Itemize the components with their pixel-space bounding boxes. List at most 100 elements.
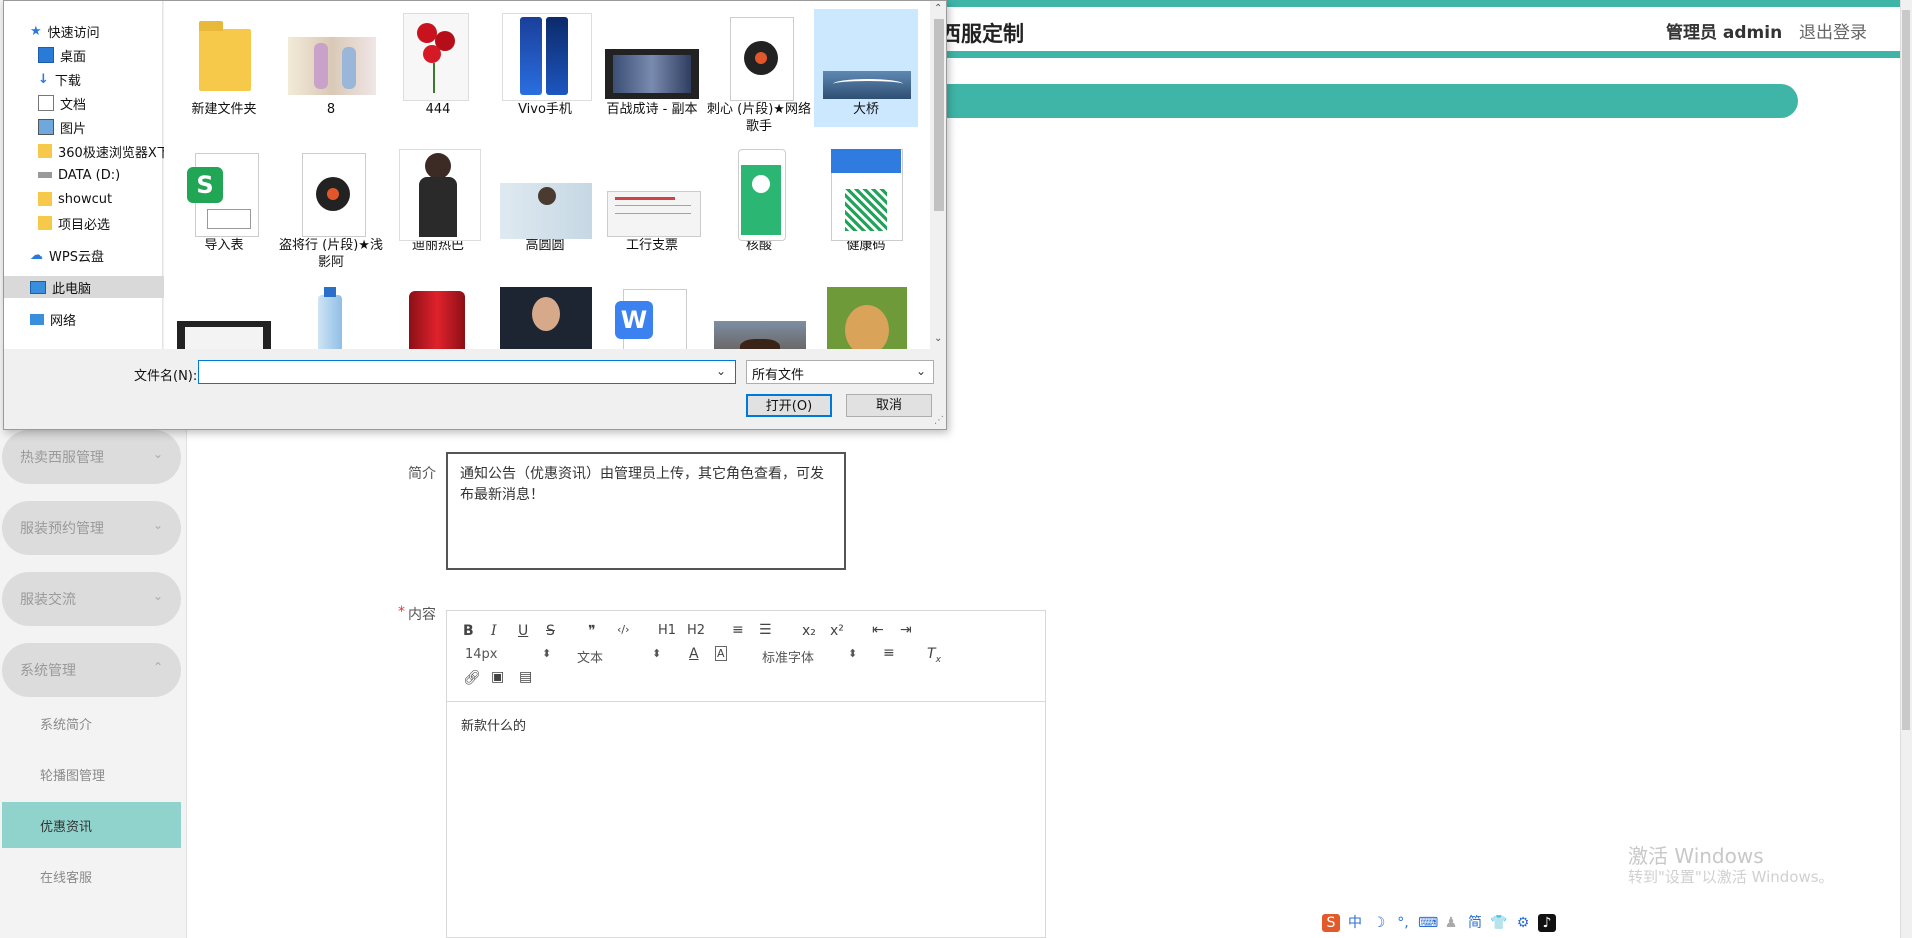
file-item[interactable] (707, 281, 811, 349)
chevron-up-icon: ⌃ (152, 660, 163, 674)
logout-link[interactable]: 退出登录 (1799, 18, 1867, 43)
cancel-button[interactable]: 取消 (846, 394, 932, 417)
nav-quick-access[interactable]: ★ 快速访问 (4, 20, 188, 42)
file-item[interactable] (493, 281, 597, 349)
sidebar-menu-appointments[interactable]: 服装预约管理 ⌄ (2, 501, 181, 555)
bold-button[interactable]: B (463, 623, 474, 639)
text-style-select[interactable]: 文本 (577, 647, 603, 666)
heading1-button[interactable]: H1 (658, 623, 676, 638)
sidebar-item-carousel[interactable]: 轮播图管理 (2, 751, 181, 797)
font-family-select[interactable]: 标准字体 (762, 647, 814, 666)
font-size-select[interactable]: 14px (465, 647, 498, 662)
download-icon: ↓ (38, 71, 49, 87)
file-item[interactable]: W (600, 281, 704, 349)
font-color-icon[interactable]: A (689, 646, 699, 662)
tab-bar (940, 84, 1798, 118)
nav-wps-cloud[interactable]: ☁ WPS云盘 (4, 244, 188, 266)
moon-icon[interactable]: ☽ (1370, 914, 1388, 932)
file-item[interactable]: 高圆圆 (493, 145, 597, 254)
file-item[interactable]: 百战成诗 - 副本 (600, 9, 704, 118)
sidebar-menu-system[interactable]: 系统管理 ⌃ (2, 643, 181, 697)
file-name: 8 (326, 102, 336, 117)
underline-button[interactable]: U (518, 623, 528, 639)
sidebar-menu-hot-suits[interactable]: 热卖西服管理 ⌄ (2, 430, 181, 484)
sidebar-item-online-service[interactable]: 在线客服 (2, 853, 181, 899)
file-item[interactable]: 工行支票 (600, 145, 704, 254)
file-name: 新建文件夹 (191, 102, 257, 117)
outdent-button[interactable]: ⇤ (872, 622, 884, 638)
image-thumbnail (823, 9, 911, 99)
file-item[interactable]: 健康码 (814, 145, 918, 254)
sidebar-item-promotions[interactable]: 优惠资讯 (2, 802, 181, 848)
chevron-down-icon[interactable]: ⌄ (916, 364, 926, 378)
file-name: 444 (425, 102, 451, 117)
ordered-list-button[interactable]: ≡ (732, 622, 744, 638)
file-item[interactable]: 盗将行 (片段)★浅影阿 (279, 145, 383, 271)
simplified-icon[interactable]: 简 (1466, 914, 1484, 932)
scroll-up-icon[interactable]: ⌃ (934, 3, 942, 14)
nav-label: 文档 (60, 97, 87, 113)
video-thumbnail (605, 9, 699, 99)
file-item[interactable]: 刺心 (片段)★网络歌手 (707, 9, 811, 135)
file-item[interactable]: S 导入表 (172, 145, 276, 254)
filetype-select[interactable]: 所有文件 (746, 360, 934, 384)
superscript-button[interactable]: x² (830, 623, 844, 639)
file-list-scrollbar-thumb[interactable] (934, 19, 944, 211)
subscript-button[interactable]: x₂ (802, 623, 816, 639)
bullet-list-button[interactable]: ☰ (759, 622, 772, 638)
background-color-icon[interactable]: A (715, 646, 727, 661)
blockquote-button[interactable]: ❞ (588, 623, 596, 639)
skin-icon[interactable]: 👕 (1490, 914, 1508, 932)
user-icon[interactable]: ♟ (1442, 914, 1460, 932)
scroll-down-icon[interactable]: ⌄ (934, 333, 942, 344)
tiktok-icon[interactable]: ♪ (1538, 914, 1556, 932)
clear-format-icon[interactable]: Tx (927, 646, 941, 665)
file-item[interactable] (172, 281, 276, 349)
sidebar-item-system-intro[interactable]: 系统简介 (2, 700, 181, 746)
file-item-selected[interactable]: 大桥 (814, 9, 918, 127)
editor-content[interactable]: 新款什么的 (461, 715, 526, 734)
heading2-button[interactable]: H2 (687, 623, 705, 638)
file-name: 工行支票 (625, 238, 678, 253)
nav-network[interactable]: 网络 (4, 308, 188, 330)
align-icon[interactable]: ≡ (883, 645, 895, 661)
settings-icon[interactable]: ⚙ (1514, 914, 1532, 932)
indent-button[interactable]: ⇥ (900, 622, 912, 638)
video-icon[interactable]: ▤ (519, 669, 532, 685)
chevron-down-icon[interactable]: ⌄ (716, 364, 726, 378)
open-button[interactable]: 打开(O) (746, 394, 832, 417)
image-icon[interactable]: ▣ (491, 669, 504, 685)
code-block-button[interactable]: ‹/› (617, 623, 630, 636)
nav-label: WPS云盘 (49, 249, 104, 265)
intro-textarea[interactable]: 通知公告（优惠资讯）由管理员上传，其它角色查看，可发布最新消息！ (446, 452, 846, 570)
file-item[interactable]: 新建文件夹 (172, 9, 276, 118)
folder-icon (181, 9, 267, 99)
page-scrollbar-thumb[interactable] (1902, 10, 1910, 730)
file-item[interactable]: 8 (279, 9, 383, 118)
activation-watermark-text: 转到"设置"以激活 Windows。 (1628, 868, 1834, 886)
filename-input[interactable] (198, 360, 736, 384)
link-icon[interactable]: 🔗︎ (463, 670, 481, 686)
punctuation-icon[interactable]: °, (1394, 914, 1412, 932)
strike-button[interactable]: S (546, 623, 555, 639)
nav-label: 下载 (54, 73, 81, 89)
sogou-icon[interactable]: S (1322, 914, 1340, 932)
file-item[interactable]: 444 (386, 9, 490, 118)
keyboard-icon[interactable]: ⌨ (1418, 914, 1438, 932)
italic-button[interactable]: I (491, 623, 497, 639)
chinese-mode-icon[interactable]: 中 (1346, 914, 1364, 932)
file-item[interactable] (386, 281, 490, 349)
file-item[interactable]: Vivo手机 (493, 9, 597, 118)
image-thumbnail (502, 9, 592, 101)
file-item[interactable]: 核酸 (707, 145, 811, 254)
rich-text-editor: B I U S ❞ ‹/› H1 H2 ≡ ☰ x₂ x² ⇤ ⇥ 14px ⬍… (446, 610, 1046, 938)
sidebar-menu-exchange[interactable]: 服装交流 ⌄ (2, 572, 181, 626)
chevron-down-icon: ⌄ (152, 518, 163, 532)
file-item[interactable] (814, 281, 918, 349)
file-item[interactable]: 迪丽热巴 (386, 145, 490, 254)
image-thumbnail (823, 145, 909, 241)
editor-toolbar: B I U S ❞ ‹/› H1 H2 ≡ ☰ x₂ x² ⇤ ⇥ 14px ⬍… (447, 611, 1045, 702)
resize-grip-icon[interactable]: ⋰ (934, 415, 944, 426)
file-item[interactable] (279, 281, 383, 349)
nav-this-pc[interactable]: 此电脑 (4, 276, 188, 298)
